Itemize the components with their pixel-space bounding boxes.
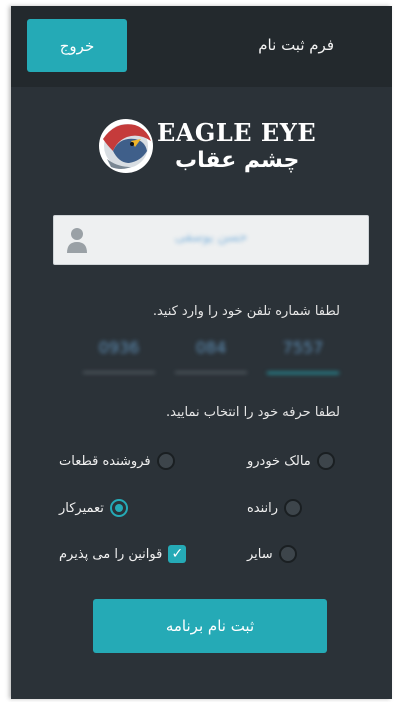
phone-input-suffix[interactable]: 7557 (267, 328, 339, 374)
page-title: فرم ثبت نام (258, 36, 334, 54)
phone-label: لطفا شماره تلفن خود را وارد کنید. (152, 304, 340, 319)
option-mechanic-label: تعمیرکار (59, 500, 104, 516)
option-mechanic[interactable]: تعمیرکار (59, 499, 128, 517)
registration-screen: خروج فرم ثبت نام EAGLE EYE چشم عقاب حسن … (11, 6, 392, 699)
name-value: حسن یوسفی (174, 230, 248, 245)
eagle-eye-logo: EAGLE EYE چشم عقاب (95, 112, 325, 180)
eagle-icon (99, 119, 153, 173)
logo-text-fa: چشم عقاب (175, 148, 300, 173)
radio-driver[interactable] (284, 499, 303, 517)
terms-checkbox-row[interactable]: ✓ قوانین را می پذیرم (59, 545, 187, 563)
option-driver[interactable]: راننده (247, 499, 303, 517)
radio-other[interactable] (278, 545, 297, 563)
radio-mechanic[interactable] (109, 499, 128, 517)
option-driver-label: راننده (247, 500, 279, 516)
option-car-owner-label: مالک خودرو (247, 453, 311, 469)
profession-label: لطفا حرفه خود را انتخاب نمایید. (166, 405, 340, 420)
option-car-owner[interactable]: مالک خودرو (247, 452, 335, 470)
radio-parts-seller[interactable] (156, 452, 175, 470)
phone-input-middle[interactable]: 084 (175, 328, 247, 373)
option-other-label: سایر (247, 546, 273, 562)
check-icon[interactable]: ✓ (168, 545, 187, 563)
logo-text-en: EAGLE EYE (157, 118, 317, 147)
exit-button[interactable]: خروج (27, 19, 127, 72)
option-parts-seller[interactable]: فروشنده قطعات (59, 452, 175, 470)
name-input[interactable]: حسن یوسفی (53, 215, 369, 265)
option-parts-seller-label: فروشنده قطعات (59, 453, 151, 469)
option-other[interactable]: سایر (247, 545, 297, 563)
header-bar: خروج فرم ثبت نام (11, 6, 392, 87)
phone-input-prefix[interactable]: 0936 (83, 328, 155, 373)
radio-car-owner[interactable] (316, 452, 335, 470)
register-button[interactable]: ثبت نام برنامه (93, 599, 327, 653)
terms-label: قوانین را می پذیرم (59, 546, 163, 562)
